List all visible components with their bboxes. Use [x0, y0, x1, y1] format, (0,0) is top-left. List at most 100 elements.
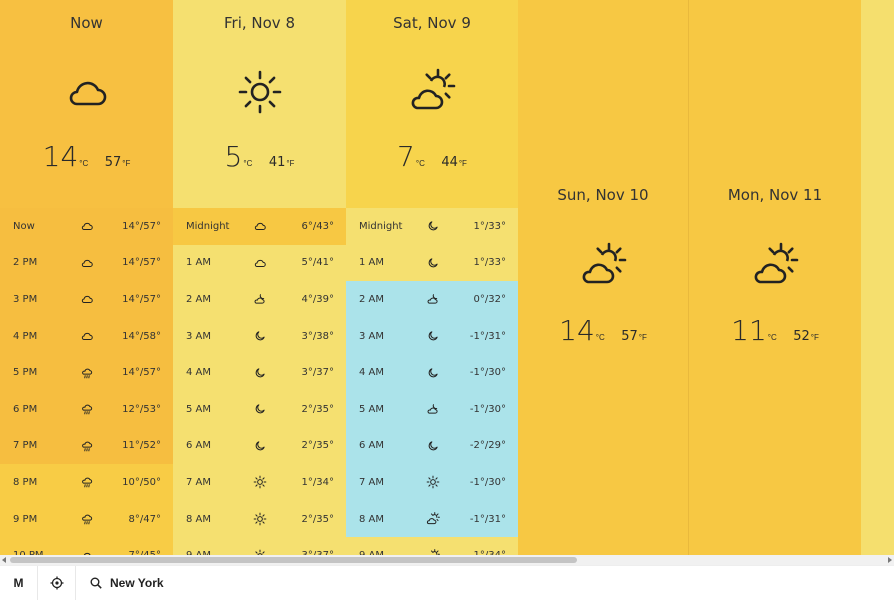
hour-time: 7 PM	[13, 440, 38, 452]
partly-cloudy-icon	[423, 511, 443, 527]
hour-row[interactable]: 2 AM 4°/39°	[173, 281, 346, 318]
moon-icon	[423, 255, 443, 271]
hour-row[interactable]: 8 PM 10°/50°	[0, 464, 173, 501]
hour-time: 4 PM	[13, 330, 38, 342]
moon-icon	[250, 365, 270, 381]
temp-fahrenheit: 57	[621, 329, 638, 344]
celsius-unit: °C	[243, 159, 253, 168]
hour-row[interactable]: 9 PM 8°/47°	[0, 500, 173, 538]
hour-row[interactable]: Midnight 1°/33°	[346, 208, 518, 245]
hour-temp: 1°/34°	[301, 476, 334, 488]
hour-time: 6 AM	[186, 440, 212, 452]
sun-icon	[250, 511, 270, 527]
hour-row[interactable]: 4 PM 14°/58°	[0, 317, 173, 355]
hour-time: 8 AM	[359, 513, 385, 525]
hour-row[interactable]: 5 PM 14°/57°	[0, 354, 173, 391]
day-column-2[interactable]: Sat, Nov 9 7°C 44°F Midnight 1°/33° 1 AM…	[346, 0, 518, 555]
hour-time: 3 AM	[186, 330, 212, 342]
hour-row[interactable]: 5 AM 2°/35°	[173, 390, 346, 428]
hour-row[interactable]: 4 AM 3°/37°	[173, 354, 346, 391]
location-search[interactable]: New York	[76, 576, 164, 590]
fahrenheit-unit: °F	[638, 333, 647, 342]
hour-row[interactable]: 6 AM 2°/35°	[173, 427, 346, 465]
day-column-1[interactable]: Fri, Nov 8 5°C 41°F Midnight 6°/43° 1 AM…	[173, 0, 346, 555]
sun-icon	[250, 474, 270, 490]
hour-temp: -1°/31°	[469, 330, 506, 342]
day-column-4[interactable]: Mon, Nov 11 11°C 52°F	[689, 0, 861, 555]
hour-temp: 8°/47°	[128, 513, 161, 525]
day-title: Fri, Nov 8	[224, 14, 295, 32]
day-title: Now	[70, 14, 103, 32]
scroll-right-arrow-icon[interactable]	[888, 557, 892, 563]
cloud-icon	[250, 218, 270, 234]
locate-button[interactable]	[38, 565, 76, 600]
hour-time: 6 PM	[13, 403, 38, 415]
hour-row[interactable]: 1 AM 5°/41°	[173, 244, 346, 282]
day-temperatures: 7°C 44°F	[346, 140, 518, 173]
hour-temp: 12°/53°	[122, 403, 161, 415]
day-temperatures: 11°C 52°F	[689, 314, 861, 347]
day-column-3[interactable]: Sun, Nov 10 14°C 57°F	[518, 0, 689, 555]
hour-row[interactable]: 6 AM -2°/29°	[346, 427, 518, 465]
hour-row[interactable]: 8 AM 2°/35°	[173, 500, 346, 538]
hour-row[interactable]: 7 AM -1°/30°	[346, 464, 518, 501]
hour-temp: 14°/57°	[122, 367, 161, 379]
hour-row[interactable]: Now 14°/57°	[0, 208, 173, 245]
hour-row[interactable]: 2 PM 14°/57°	[0, 244, 173, 282]
day-title: Mon, Nov 11	[727, 186, 823, 204]
temp-celsius: 11	[731, 314, 767, 347]
partly-cloudy-icon	[408, 68, 456, 116]
hour-time: 9 PM	[13, 513, 38, 525]
hour-row[interactable]: 2 AM 0°/32°	[346, 281, 518, 318]
horizontal-scrollbar[interactable]	[0, 555, 894, 565]
hour-row[interactable]: 3 AM -1°/31°	[346, 317, 518, 355]
hour-temp: 1°/33°	[473, 220, 506, 232]
hour-time: 1 AM	[186, 257, 212, 269]
hour-row[interactable]: 9 AM 3°/37°	[173, 537, 346, 555]
hour-row[interactable]: 7 PM 11°/52°	[0, 427, 173, 465]
hour-temp: 14°/57°	[122, 220, 161, 232]
hour-row[interactable]: 9 AM 1°/34°	[346, 537, 518, 555]
moon-icon	[250, 328, 270, 344]
temp-fahrenheit: 44	[441, 155, 458, 170]
units-toggle-button[interactable]: M	[0, 565, 38, 600]
hour-row[interactable]: 6 PM 12°/53°	[0, 390, 173, 428]
hour-row[interactable]: 8 AM -1°/31°	[346, 500, 518, 538]
hour-row[interactable]: 5 AM -1°/30°	[346, 390, 518, 428]
hour-time: 1 AM	[359, 257, 385, 269]
hour-row[interactable]: 3 AM 3°/38°	[173, 317, 346, 355]
temp-celsius: 7	[397, 140, 415, 173]
day-column-0[interactable]: Now 14°C 57°F Now 14°/57° 2 PM 14°/57° 3…	[0, 0, 173, 555]
hour-time: 5 PM	[13, 367, 38, 379]
scrollbar-thumb[interactable]	[10, 557, 577, 563]
cloud-icon	[77, 548, 97, 555]
hour-temp: -1°/30°	[469, 476, 506, 488]
cloud-icon	[77, 218, 97, 234]
day-title: Sat, Nov 9	[393, 14, 471, 32]
hour-row[interactable]: 7 AM 1°/34°	[173, 464, 346, 501]
moon-icon	[423, 438, 443, 454]
hour-temp: 11°/52°	[122, 440, 161, 452]
hour-temp: 4°/39°	[301, 293, 334, 305]
forecast-strip[interactable]: Mon, Nov 11 11°C 52°F Sun, Nov 10 14°C 5…	[0, 0, 894, 555]
moon-icon	[250, 401, 270, 417]
hour-row[interactable]: 3 PM 14°/57°	[0, 281, 173, 318]
temp-celsius: 14	[42, 140, 79, 173]
hour-row[interactable]: 10 PM 7°/45°	[0, 537, 173, 555]
scroll-left-arrow-icon[interactable]	[2, 557, 6, 563]
day-temperatures: 5°C 41°F	[173, 140, 346, 173]
celsius-unit: °C	[415, 159, 425, 168]
cloud-moon-icon	[423, 291, 443, 307]
hour-time: 3 PM	[13, 293, 38, 305]
hour-temp: -1°/31°	[469, 513, 506, 525]
hour-time: 4 AM	[359, 367, 385, 379]
cloud-icon	[77, 328, 97, 344]
rain-icon	[77, 365, 97, 381]
hour-time: 8 PM	[13, 476, 38, 488]
hour-row[interactable]: 4 AM -1°/30°	[346, 354, 518, 391]
rain-icon	[77, 474, 97, 490]
hour-row[interactable]: 1 AM 1°/33°	[346, 244, 518, 282]
hour-row[interactable]: Midnight 6°/43°	[173, 208, 346, 245]
hour-time: Now	[13, 220, 35, 232]
celsius-unit: °C	[767, 333, 777, 342]
